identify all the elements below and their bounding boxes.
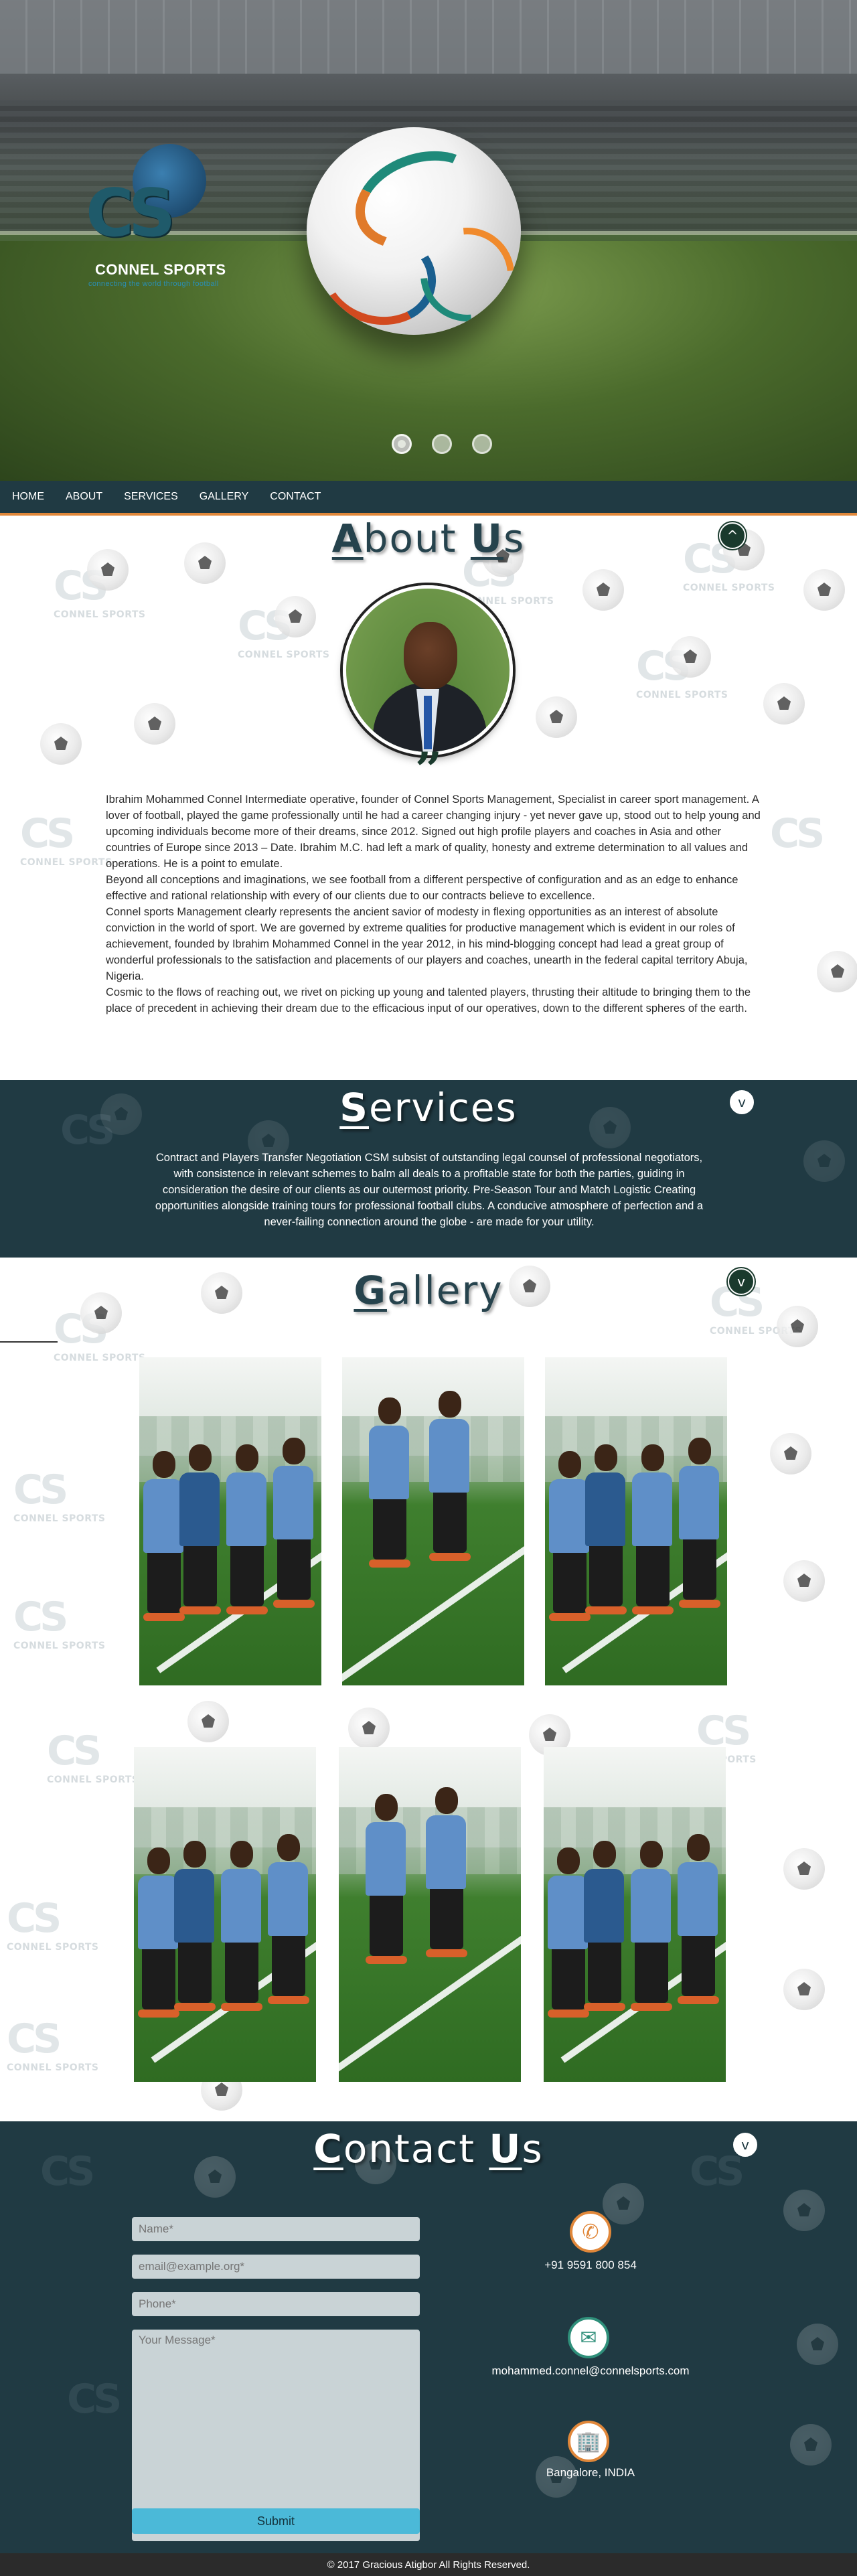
connel-sports-logo[interactable]: CS CONNEL SPORTS connecting the world th… <box>86 144 240 291</box>
about-title-rest2: s <box>503 516 526 561</box>
football-image <box>307 127 521 335</box>
services-text: Contract and Players Transfer Negotiatio… <box>155 1152 704 1228</box>
contact-email[interactable]: mohammed.connel@connelsports.com <box>457 2364 724 2378</box>
nav-services[interactable]: SERVICES <box>124 491 178 503</box>
about-paragraph: Connel sports Management clearly represe… <box>106 906 748 982</box>
watermark-logo: CS CONNEL SPORTS <box>47 1728 139 1785</box>
about-paragraph: Ibrahim Mohammed Connel Intermediate ope… <box>106 793 761 870</box>
contact-expand-button[interactable]: v <box>732 2131 759 2158</box>
contact-title-rest2: s <box>522 2126 544 2172</box>
watermark-logo: CS CONNEL SPORTS <box>13 1466 106 1524</box>
watermark-ball-icon <box>187 1701 229 1742</box>
nav-home[interactable]: HOME <box>12 491 44 503</box>
logo-initials: CS <box>86 175 175 252</box>
services-title-rest: ervices <box>369 1085 518 1130</box>
watermark-ball-icon <box>763 683 805 725</box>
logo-tagline: connecting the world through football <box>88 280 219 288</box>
watermark-ball-icon <box>40 723 82 765</box>
watermark-ball-icon <box>348 1708 390 1749</box>
gallery-photo-6[interactable] <box>544 1747 726 2082</box>
contact-section: CS CS CS <box>0 2121 857 2553</box>
contact-location: Bangalore, INDIA <box>546 2466 635 2479</box>
gallery-photo-2[interactable] <box>342 1357 524 1685</box>
watermark-ball-icon <box>783 2190 825 2231</box>
main-nav: HOME ABOUT SERVICES GALLERY CONTACT <box>0 481 857 516</box>
nav-about[interactable]: ABOUT <box>66 491 102 503</box>
watermark-logo: CS <box>67 2376 122 2423</box>
contact-title-cap2: U <box>489 2126 522 2172</box>
watermark-ball-icon <box>817 951 857 992</box>
slider-dot-2[interactable] <box>432 434 452 454</box>
building-icon: 🏢 <box>568 2421 609 2462</box>
about-title-cap2: U <box>470 516 504 561</box>
watermark-ball-icon <box>670 636 711 678</box>
founder-portrait <box>343 585 513 755</box>
watermark-ball-icon <box>770 1433 811 1474</box>
slider-dot-1[interactable] <box>392 434 412 454</box>
watermark-logo: CS CONNEL SPORTS <box>20 810 112 868</box>
quote-icon: ” <box>415 742 443 798</box>
about-title-cap: A <box>331 516 364 561</box>
watermark-ball-icon <box>783 1848 825 1890</box>
watermark-ball-icon <box>134 703 175 745</box>
watermark-logo: CS CONNEL SPORTS <box>238 603 330 660</box>
gallery-title: Gallery <box>0 1268 857 1313</box>
slider-dots <box>392 434 492 454</box>
watermark-logo: CS CONNEL SPORTS <box>636 643 728 700</box>
hero-banner: CS CONNEL SPORTS connecting the world th… <box>0 0 857 481</box>
nav-gallery[interactable]: GALLERY <box>200 491 249 503</box>
watermark-ball-icon <box>803 569 845 611</box>
contact-title: Contact Us <box>0 2126 857 2172</box>
contact-title-cap: C <box>313 2126 343 2172</box>
watermark-ball-icon <box>803 1140 845 1182</box>
email-icon: ✉ <box>568 2317 609 2358</box>
gallery-photo-5[interactable] <box>339 1747 521 2082</box>
watermark-ball-icon <box>603 2183 644 2224</box>
watermark-logo: CS <box>770 810 825 857</box>
contact-phone[interactable]: +91 9591 800 854 <box>457 2259 724 2272</box>
watermark-logo: CS CONNEL SPORTS <box>54 562 146 620</box>
services-expand-button[interactable]: v <box>728 1089 755 1116</box>
services-title: Services <box>0 1085 857 1130</box>
services-title-cap: S <box>339 1085 369 1130</box>
watermark-logo: CS CONNEL SPORTS <box>13 1594 106 1651</box>
gallery-title-rest: allery <box>386 1268 503 1313</box>
footer: © 2017 Gracious Atigbor All Rights Reser… <box>0 2553 857 2576</box>
gallery-title-cap: G <box>354 1268 387 1313</box>
gallery-expand-button[interactable]: v <box>728 1268 755 1295</box>
submit-button[interactable]: Submit <box>132 2508 420 2534</box>
email-field[interactable] <box>132 2255 420 2279</box>
watermark-logo: CS CONNEL SPORTS <box>7 1895 99 1953</box>
gallery-photo-1[interactable] <box>139 1357 321 1685</box>
nav-contact[interactable]: CONTACT <box>270 491 321 503</box>
phone-field[interactable] <box>132 2292 420 2316</box>
slider-dot-3[interactable] <box>472 434 492 454</box>
watermark-ball-icon <box>783 1969 825 2010</box>
gallery-photo-4[interactable] <box>134 1747 316 2082</box>
about-title-rest: bout <box>363 516 471 561</box>
about-text: Ibrahim Mohammed Connel Intermediate ope… <box>106 791 765 1016</box>
watermark-ball-icon <box>783 1560 825 1602</box>
watermark-ball-icon <box>536 696 577 738</box>
watermark-logo: CS CONNEL SPORTS <box>54 1306 146 1363</box>
stadium-roof <box>0 0 857 74</box>
about-collapse-button[interactable]: ^ <box>719 522 746 549</box>
contact-title-rest: ontact <box>343 2126 489 2172</box>
phone-icon: ✆ <box>570 2211 611 2253</box>
logo-name: CONNEL SPORTS <box>95 261 226 278</box>
gallery-divider <box>0 1341 58 1343</box>
watermark-ball-icon <box>797 2324 838 2365</box>
gallery-photo-3[interactable] <box>545 1357 727 1685</box>
footer-copyright: © 2017 Gracious Atigbor All Rights Reser… <box>327 2559 530 2571</box>
logo-mark: CS <box>86 144 226 261</box>
watermark-logo: CS CONNEL SPORTS <box>7 2016 99 2073</box>
name-field[interactable] <box>132 2217 420 2241</box>
about-paragraph: Cosmic to the flows of reaching out, we … <box>106 986 751 1014</box>
watermark-ball-icon <box>275 596 316 637</box>
watermark-ball-icon <box>582 569 624 611</box>
about-paragraph: Beyond all conceptions and imaginations,… <box>106 874 738 902</box>
watermark-ball-icon <box>790 2424 832 2466</box>
